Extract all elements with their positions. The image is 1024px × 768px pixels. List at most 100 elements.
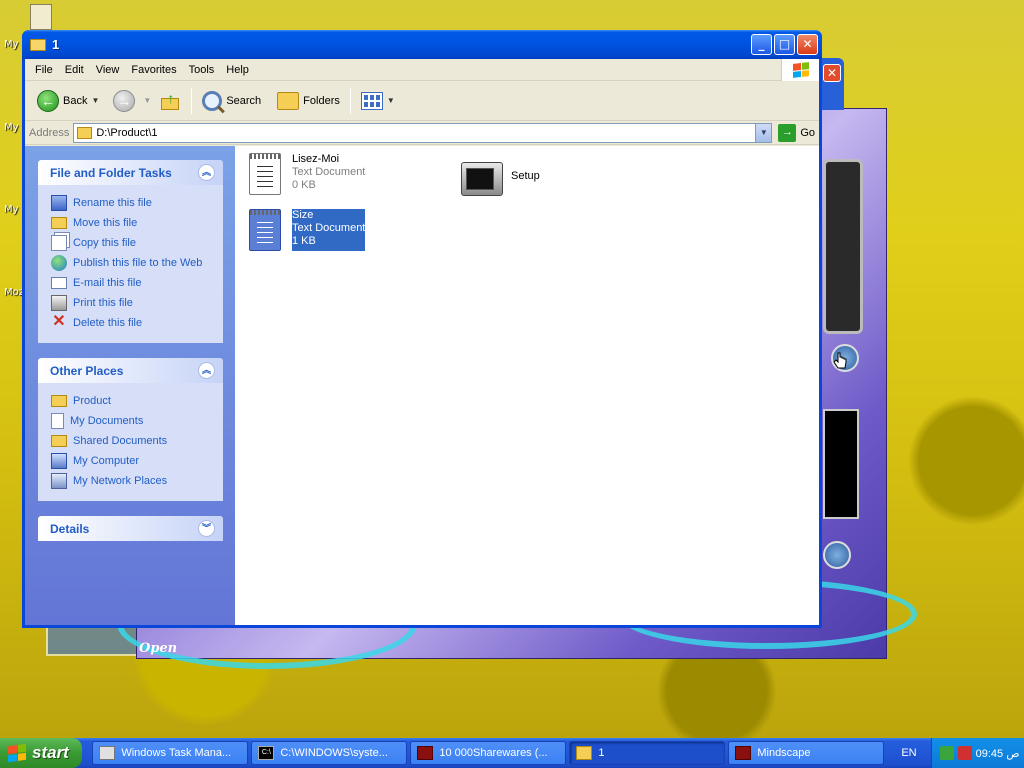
open-label[interactable]: Open bbox=[139, 641, 177, 656]
start-label: start bbox=[32, 743, 69, 762]
task-buttons: Windows Task Mana... C:\ C:\WINDOWS\syste… bbox=[82, 741, 887, 765]
go-button[interactable]: → Go bbox=[778, 123, 815, 142]
maximize-button[interactable]: □ bbox=[774, 34, 795, 55]
details-header[interactable]: Details ︾ bbox=[38, 516, 223, 541]
desktop-icon-label[interactable]: My bbox=[4, 39, 19, 50]
clock[interactable]: 09:45 ص bbox=[976, 747, 1020, 760]
place-my-documents[interactable]: My Documents bbox=[51, 411, 213, 431]
task-label[interactable]: Print this file bbox=[73, 297, 133, 309]
task-button-mindscape[interactable]: Mindscape bbox=[728, 741, 885, 765]
place-my-computer[interactable]: My Computer bbox=[51, 451, 213, 471]
task-label[interactable]: Move this file bbox=[73, 217, 137, 229]
close-button[interactable]: ✕ bbox=[797, 34, 818, 55]
desktop-icon-label[interactable]: Moz bbox=[4, 287, 24, 298]
title-bar[interactable]: 1 _ □ ✕ bbox=[22, 30, 822, 59]
back-button[interactable]: ← Back ▼ bbox=[33, 86, 103, 116]
folder-icon bbox=[576, 746, 593, 760]
content-area: File and Folder Tasks ︽ Rename this file… bbox=[25, 146, 819, 625]
task-button-task-manager[interactable]: Windows Task Mana... bbox=[92, 741, 249, 765]
task-button-explorer[interactable]: 1 bbox=[569, 741, 726, 765]
file-item[interactable]: Setup bbox=[461, 160, 540, 196]
menu-favorites[interactable]: Favorites bbox=[125, 64, 182, 76]
search-label: Search bbox=[226, 94, 262, 107]
desktop-icon-label[interactable]: My bbox=[4, 204, 19, 215]
task-publish-web[interactable]: Publish this file to the Web bbox=[51, 253, 213, 273]
chevron-up-icon[interactable]: ︽ bbox=[198, 164, 215, 181]
views-button[interactable]: ▼ bbox=[357, 86, 399, 116]
menu-tools[interactable]: Tools bbox=[183, 64, 221, 76]
start-button[interactable]: start bbox=[0, 738, 83, 768]
address-label: Address bbox=[29, 126, 70, 139]
system-tray: 09:45 ص bbox=[930, 738, 1024, 768]
chevron-down-icon[interactable]: ▼ bbox=[387, 96, 395, 105]
minimize-button[interactable]: _ bbox=[751, 34, 772, 55]
task-label: 1 bbox=[598, 747, 605, 759]
language-indicator[interactable]: EN bbox=[887, 747, 930, 759]
place-shared-documents[interactable]: Shared Documents bbox=[51, 431, 213, 451]
file-text[interactable]: Size Text Document 1 KB bbox=[290, 208, 367, 252]
folder-icon bbox=[51, 395, 67, 407]
address-input[interactable]: D:\Product\1 ▼ bbox=[73, 122, 773, 143]
place-product[interactable]: Product bbox=[51, 391, 213, 411]
desktop-file-icon[interactable] bbox=[30, 4, 52, 30]
menu-view[interactable]: View bbox=[90, 64, 126, 76]
network-tray-icon[interactable] bbox=[939, 746, 954, 760]
task-label[interactable]: Copy this file bbox=[73, 237, 136, 249]
go-label: Go bbox=[800, 126, 815, 139]
file-text[interactable]: Lisez-Moi Text Document 0 KB bbox=[292, 153, 365, 195]
other-places-header[interactable]: Other Places ︽ bbox=[38, 358, 223, 383]
task-label: Windows Task Mana... bbox=[121, 747, 232, 759]
task-rename-file[interactable]: Rename this file bbox=[51, 193, 213, 213]
menu-edit[interactable]: Edit bbox=[59, 64, 90, 76]
place-label[interactable]: Shared Documents bbox=[73, 435, 167, 447]
taskbar: start Windows Task Mana... C:\ C:\WINDOWS… bbox=[0, 738, 1024, 768]
menu-help[interactable]: Help bbox=[220, 64, 255, 76]
chevron-down-icon[interactable]: ︾ bbox=[198, 520, 215, 537]
network-icon bbox=[51, 473, 67, 489]
file-item[interactable]: Lisez-Moi Text Document 0 KB bbox=[249, 153, 365, 195]
task-button-sharewares[interactable]: 10 000Sharewares (... bbox=[410, 741, 567, 765]
windows-logo bbox=[781, 59, 819, 81]
place-label[interactable]: My Computer bbox=[73, 455, 139, 467]
task-label[interactable]: Delete this file bbox=[73, 317, 142, 329]
key-round-button[interactable] bbox=[823, 541, 851, 569]
task-button-cmd[interactable]: C:\ C:\WINDOWS\syste... bbox=[251, 741, 408, 765]
task-label[interactable]: E-mail this file bbox=[73, 277, 141, 289]
forward-button[interactable]: → ▼ bbox=[109, 86, 155, 116]
folders-label: Folders bbox=[303, 94, 340, 107]
chevron-down-icon[interactable]: ▼ bbox=[755, 123, 772, 142]
file-size: 0 KB bbox=[292, 179, 316, 191]
search-button[interactable]: Search bbox=[198, 86, 265, 116]
chevron-up-icon[interactable]: ︽ bbox=[198, 362, 215, 379]
task-print-file[interactable]: Print this file bbox=[51, 293, 213, 313]
menu-file[interactable]: File bbox=[29, 64, 59, 76]
task-label[interactable]: Rename this file bbox=[73, 197, 152, 209]
folders-button[interactable]: Folders bbox=[273, 86, 344, 116]
task-move-file[interactable]: Move this file bbox=[51, 213, 213, 233]
up-button[interactable]: ↑ bbox=[155, 86, 185, 116]
desktop-icon-label[interactable]: My bbox=[4, 122, 19, 133]
chevron-down-icon[interactable]: ▼ bbox=[91, 96, 99, 105]
task-label[interactable]: Publish this file to the Web bbox=[73, 257, 202, 269]
windows-flag-icon bbox=[8, 743, 26, 763]
task-delete-file[interactable]: ✕ Delete this file bbox=[51, 313, 213, 333]
chevron-down-icon[interactable]: ▼ bbox=[143, 96, 151, 105]
place-my-network[interactable]: My Network Places bbox=[51, 471, 213, 491]
close-icon[interactable]: ✕ bbox=[823, 64, 841, 82]
task-copy-file[interactable]: Copy this file bbox=[51, 233, 213, 253]
window-title: 1 bbox=[52, 37, 60, 52]
place-label[interactable]: My Network Places bbox=[73, 475, 167, 487]
folder-up-icon: ↑ bbox=[159, 90, 181, 112]
printer-icon bbox=[51, 295, 67, 311]
address-value[interactable]: D:\Product\1 bbox=[96, 127, 157, 139]
shield-icon[interactable] bbox=[957, 746, 972, 760]
task-email-file[interactable]: E-mail this file bbox=[51, 273, 213, 293]
place-label[interactable]: Product bbox=[73, 395, 111, 407]
standard-toolbar: ← Back ▼ → ▼ ↑ Search Folders ▼ bbox=[25, 81, 819, 121]
file-folder-tasks-header[interactable]: File and Folder Tasks ︽ bbox=[38, 160, 223, 185]
menu-bar: File Edit View Favorites Tools Help bbox=[25, 59, 819, 81]
search-icon bbox=[202, 90, 223, 111]
place-label[interactable]: My Documents bbox=[70, 415, 143, 427]
file-text[interactable]: Setup bbox=[511, 160, 540, 196]
file-item-selected[interactable]: Size Text Document 1 KB bbox=[249, 208, 367, 252]
